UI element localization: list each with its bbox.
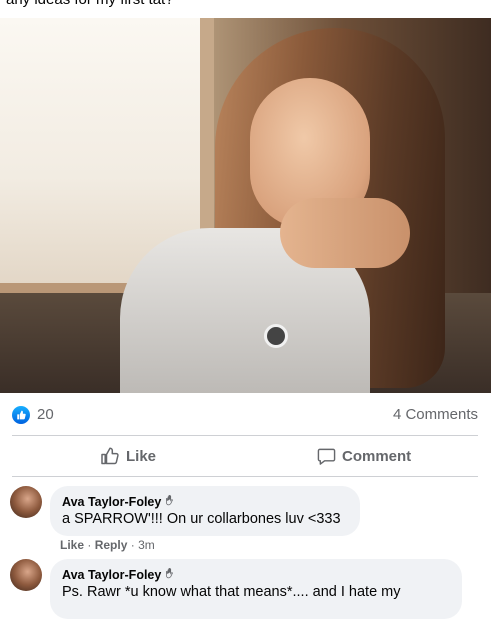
comment-item: Ava Taylor-Foley a SPARROW'!!! On ur col… [10, 486, 480, 556]
comment-meta: Like · Reply · 3m [60, 538, 155, 552]
comment-button[interactable]: Comment [317, 438, 411, 474]
reactions-summary: 20 4 Comments [0, 393, 491, 433]
waving-hand-icon [165, 567, 177, 582]
comment-author[interactable]: Ava Taylor-Foley [62, 495, 161, 509]
like-button-label: Like [126, 447, 157, 465]
comment-button-label: Comment [342, 447, 412, 465]
like-button[interactable]: Like [100, 438, 156, 474]
meta-separator: · [130, 538, 135, 552]
meta-separator: · [87, 538, 92, 552]
post-photo[interactable] [0, 18, 491, 393]
avatar[interactable] [10, 486, 42, 518]
comment-icon [317, 448, 336, 465]
comment-author-row: Ava Taylor-Foley [62, 494, 348, 509]
reaction-count[interactable]: 20 [37, 406, 54, 423]
comments-count-link[interactable]: 4 Comments [393, 406, 478, 423]
post-caption: any ideas for my first tat? [6, 0, 174, 8]
comment-bubble: Ava Taylor-Foley Ps. Rawr *u know what t… [50, 559, 462, 619]
comment-reply-link[interactable]: Reply [95, 538, 128, 552]
divider [12, 435, 478, 436]
comment-bubble: Ava Taylor-Foley a SPARROW'!!! On ur col… [50, 486, 360, 536]
divider [12, 476, 478, 477]
waving-hand-icon [165, 494, 177, 509]
comment-author[interactable]: Ava Taylor-Foley [62, 568, 161, 582]
photo-hand-region [280, 198, 410, 268]
avatar[interactable] [10, 559, 42, 591]
comment-author-row: Ava Taylor-Foley [62, 567, 450, 582]
photo-pendant-region [264, 324, 288, 348]
comment-like-link[interactable]: Like [60, 538, 84, 552]
thumbs-up-icon [101, 447, 119, 465]
comment-text: a SPARROW'!!! On ur collarbones luv <333 [62, 511, 341, 527]
comment-text: Ps. Rawr *u know what that means*.... an… [62, 584, 401, 600]
comment-timestamp[interactable]: 3m [138, 538, 155, 552]
comment-item: Ava Taylor-Foley Ps. Rawr *u know what t… [10, 559, 480, 619]
like-reaction-icon[interactable] [12, 406, 30, 424]
